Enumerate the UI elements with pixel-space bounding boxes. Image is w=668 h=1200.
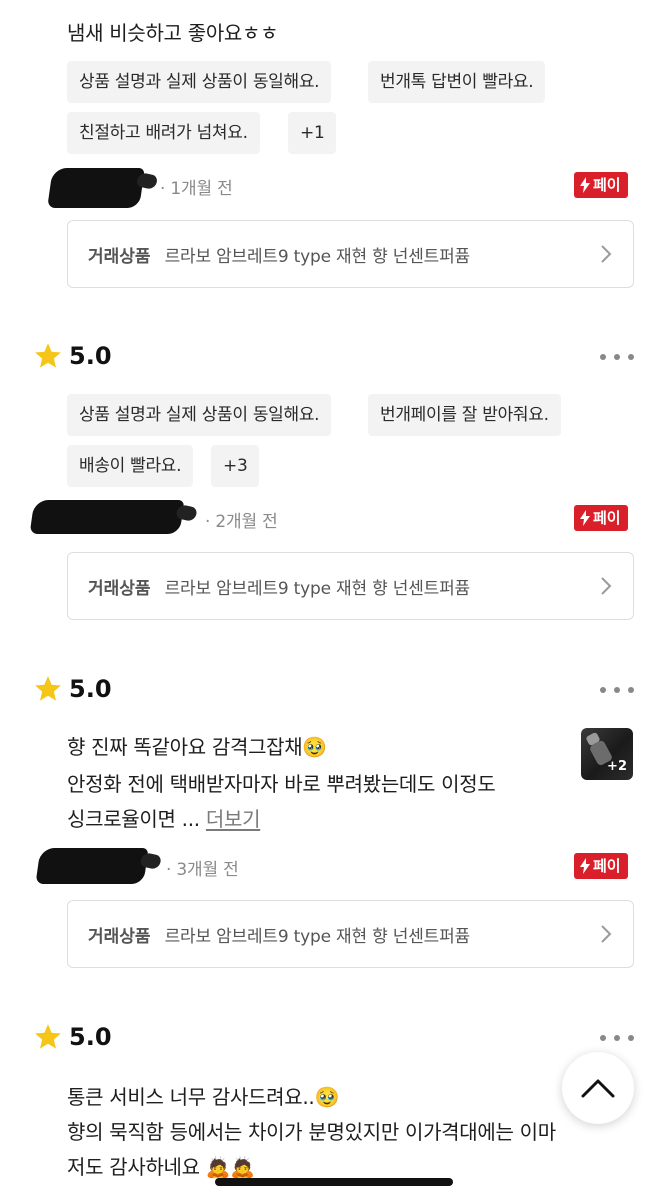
trade-label: 거래상품 (88, 926, 151, 947)
read-more-link[interactable]: 더보기 (206, 807, 261, 831)
photo-count: +2 (607, 759, 627, 774)
scroll-to-top-button[interactable] (562, 1052, 634, 1124)
review-tag: 배송이 빨라요. (67, 445, 194, 487)
review-text-last-line: 싱크로율이면 ... 더보기 (67, 800, 261, 838)
review-time: · 1개월 전 (160, 179, 233, 199)
review-tag: 번개페이를 잘 받아줘요. (368, 394, 561, 436)
more-options-icon[interactable] (600, 1033, 634, 1043)
trade-product-card[interactable]: 거래상품 르라보 암브레트9 type 재현 향 넌센트퍼퓸 (67, 220, 634, 288)
chevron-right-icon (601, 245, 612, 263)
trade-product-card[interactable]: 거래상품 르라보 암브레트9 type 재현 향 넌센트퍼퓸 (67, 900, 634, 968)
trade-product-name: 르라보 암브레트9 type 재현 향 넌센트퍼퓸 (164, 578, 471, 599)
pay-badge-label: 페이 (593, 176, 621, 194)
review-tag-more[interactable]: +1 (288, 112, 337, 154)
pay-badge-label: 페이 (593, 509, 621, 527)
rating-score: 5.0 (69, 1023, 112, 1051)
review-text-line: 냄새 비슷하고 좋아요ㅎㅎ (67, 21, 279, 45)
review-tag: 상품 설명과 실제 상품이 동일해요. (67, 394, 332, 436)
chevron-right-icon (601, 925, 612, 943)
home-indicator (215, 1178, 453, 1186)
review-tag: 상품 설명과 실제 상품이 동일해요. (67, 61, 332, 103)
chevron-right-icon (601, 577, 612, 595)
review-time: · 2개월 전 (205, 512, 278, 532)
chevron-up-icon (581, 1079, 615, 1098)
review-text-line: 싱크로율이면 ... (67, 807, 200, 831)
star-icon (35, 1024, 61, 1049)
trade-label: 거래상품 (88, 578, 151, 599)
review-photo-thumbnail[interactable]: +2 (581, 728, 633, 780)
pay-badge: 페이 (574, 172, 628, 198)
rating-score: 5.0 (69, 675, 112, 703)
review-text-line: 통큰 서비스 너무 감사드려요..🥹 (67, 1085, 340, 1109)
trade-product-name: 르라보 암브레트9 type 재현 향 넌센트퍼퓸 (164, 246, 471, 267)
trade-product-card[interactable]: 거래상품 르라보 암브레트9 type 재현 향 넌센트퍼퓸 (67, 552, 634, 620)
lightning-icon (580, 858, 590, 874)
review-rating: 5.0 (33, 341, 112, 371)
review-tag: 번개톡 답변이 빨라요. (368, 61, 546, 103)
pay-badge: 페이 (574, 853, 628, 879)
review-text-line: 향 진짜 똑같아요 감격그잡채🥹 (67, 735, 327, 759)
lightning-icon (580, 510, 590, 526)
more-options-icon[interactable] (600, 352, 634, 362)
redacted-username (47, 168, 145, 208)
trade-product-name: 르라보 암브레트9 type 재현 향 넌센트퍼퓸 (164, 926, 471, 947)
lightning-icon (580, 177, 590, 193)
trade-label: 거래상품 (88, 246, 151, 267)
pay-badge-label: 페이 (593, 857, 621, 875)
review-tag-more[interactable]: +3 (211, 445, 260, 487)
pay-badge: 페이 (574, 505, 628, 531)
review-text-line: 안정화 전에 택배받자마자 바로 뿌려봤는데도 이정도 (67, 772, 496, 796)
redacted-username (35, 848, 149, 884)
review-time: · 3개월 전 (166, 860, 239, 880)
review-text-line: 향의 묵직함 등에서는 차이가 분명있지만 이가격대에는 이마 (67, 1120, 556, 1144)
review-rating: 5.0 (33, 674, 112, 704)
rating-score: 5.0 (69, 342, 112, 370)
more-options-icon[interactable] (600, 685, 634, 695)
review-tag: 친절하고 배려가 넘쳐요. (67, 112, 260, 154)
redacted-username (29, 500, 185, 534)
review-rating: 5.0 (33, 1022, 112, 1052)
star-icon (35, 343, 61, 368)
star-icon (35, 676, 61, 701)
